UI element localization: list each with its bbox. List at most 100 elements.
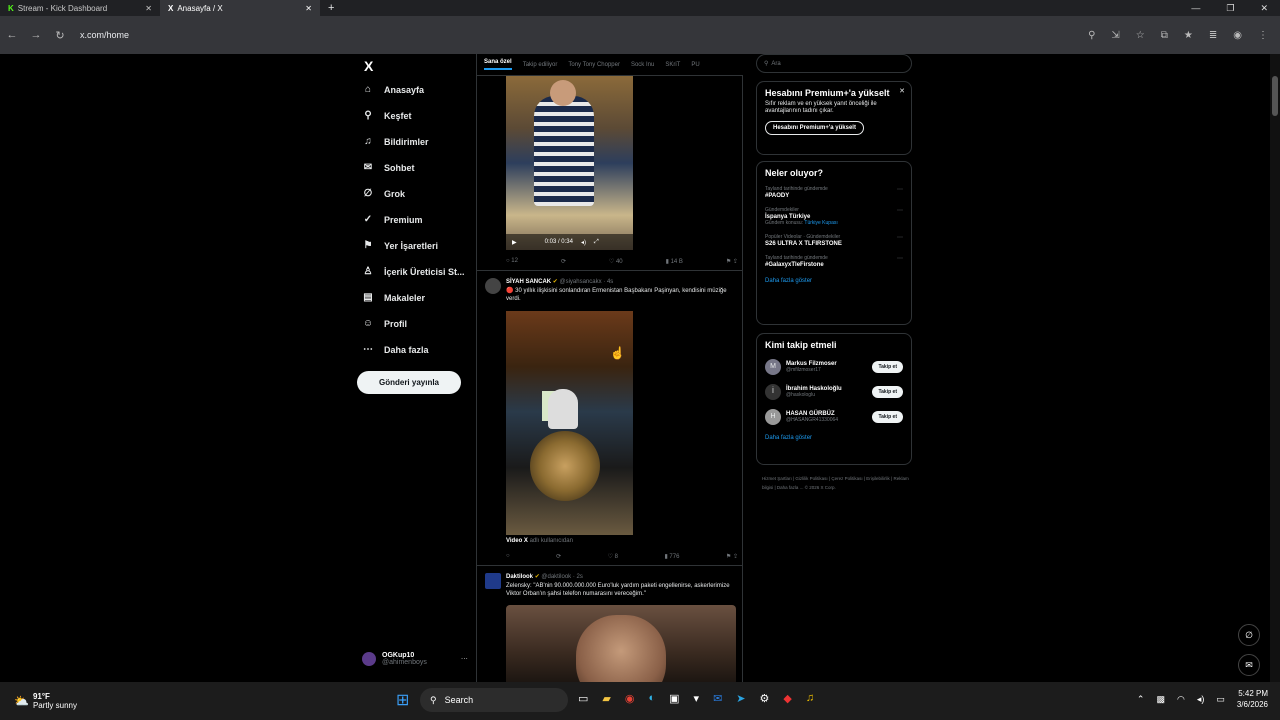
tab-following[interactable]: Takip ediliyor <box>523 62 558 68</box>
ellipsis-icon[interactable]: ⋯ <box>897 255 903 262</box>
favorites-icon[interactable]: ★ <box>1184 30 1193 41</box>
star-icon[interactable]: ☆ <box>1136 30 1145 41</box>
repost-button[interactable]: ⟳ <box>556 553 561 560</box>
post-button[interactable]: Gönderi yayınla <box>357 371 461 394</box>
tab-sock-inu[interactable]: Sock Inu <box>631 62 654 68</box>
repost-button[interactable]: ⟳ <box>561 258 566 265</box>
windows-start-icon[interactable]: ⊞ <box>396 690 409 710</box>
tray-app-icon[interactable]: ▩ <box>1156 694 1165 705</box>
tab-tony-tony-chopper[interactable]: Tony Tony Chopper <box>568 62 620 68</box>
tweet-image[interactable] <box>506 605 736 682</box>
ellipsis-icon[interactable]: ⋯ <box>897 207 903 214</box>
like-button[interactable]: ♡ 8 <box>608 553 618 560</box>
app-yellow-icon[interactable]: ♫ <box>806 692 814 705</box>
browser-tab-x[interactable]: X Anasayfa / X ✕ <box>160 0 320 16</box>
extensions-icon[interactable]: ⧉ <box>1161 30 1168 41</box>
messages-button[interactable]: ✉ <box>1238 654 1260 676</box>
sidebar-item-chat[interactable]: ✉ Sohbet <box>362 162 415 173</box>
like-button[interactable]: ♡ 40 <box>609 258 623 265</box>
edge-icon[interactable]: ◐ <box>648 692 655 705</box>
x-logo[interactable]: X <box>364 58 373 74</box>
settings-icon[interactable]: ⚙ <box>760 692 770 705</box>
tab-skrit[interactable]: SKriT <box>665 62 680 68</box>
show-more-link[interactable]: Daha fazla göster <box>765 435 903 441</box>
close-window-button[interactable]: ✕ <box>1260 3 1268 14</box>
outlook-icon[interactable]: ✉ <box>713 692 722 705</box>
reload-button[interactable]: ↻ <box>48 29 72 42</box>
search-input[interactable]: ⚲ Ara <box>756 54 912 73</box>
bookmark-button[interactable]: ⚑ ⇪ <box>726 553 738 560</box>
ellipsis-icon[interactable]: ⋯ <box>461 655 468 663</box>
menu-icon[interactable]: ⋮ <box>1258 30 1268 41</box>
file-explorer-icon[interactable]: ▰ <box>602 692 610 705</box>
trend-item[interactable]: Gündemdekiler İspanya Türkiye Gündem kon… <box>765 207 903 226</box>
trend-item[interactable]: Tayland tarihinde gündemde #GalaxyxTleFi… <box>765 255 903 268</box>
new-tab-button[interactable]: + <box>320 2 334 14</box>
task-view-icon[interactable]: ▭ <box>578 692 588 705</box>
taskbar-search[interactable]: ⚲ Search <box>420 688 568 712</box>
fullscreen-icon[interactable]: ⤢ <box>594 239 599 246</box>
sidebar-item-bookmarks[interactable]: ⚑ Yer İşaretleri <box>362 240 439 251</box>
tweet-video[interactable] <box>506 311 633 535</box>
maximize-button[interactable]: ❐ <box>1226 3 1234 14</box>
close-icon[interactable]: ✕ <box>145 4 152 13</box>
chevron-up-icon[interactable]: ⌃ <box>1137 694 1145 705</box>
telegram-icon[interactable]: ➤ <box>736 692 745 705</box>
tweet-author[interactable]: Daktilook <box>506 574 533 580</box>
reply-button[interactable]: ○ <box>506 553 510 560</box>
scrollbar[interactable] <box>1270 54 1280 682</box>
views-button[interactable]: ▮ 776 <box>664 553 679 560</box>
sidebar-item-premium[interactable]: ✓ Premium <box>362 214 423 225</box>
tweet-video[interactable]: ▶ 0:03 / 0:34 ◂) ⤢ <box>506 76 633 250</box>
chrome-icon[interactable]: ◉ <box>625 692 635 705</box>
follow-button[interactable]: Takip et <box>872 361 903 373</box>
volume-icon[interactable]: ◂) <box>581 239 586 246</box>
sidebar-item-explore[interactable]: ⚲ Keşfet <box>362 110 411 121</box>
bookmark-button[interactable]: ⚑ ⇪ <box>726 258 738 265</box>
install-icon[interactable]: ⇲ <box>1111 30 1119 41</box>
sidebar-item-notifications[interactable]: ♫ Bildirimler <box>362 136 428 147</box>
tweet-author[interactable]: SİYAH SANCAK <box>506 279 551 285</box>
tweet-handle[interactable]: @siyahsancakx <box>560 279 602 285</box>
sidebar-item-home[interactable]: ⌂ Anasayfa <box>362 84 424 95</box>
ellipsis-icon[interactable]: ⋯ <box>897 186 903 193</box>
show-more-link[interactable]: Daha fazla göster <box>765 278 903 284</box>
profile-icon[interactable]: ◉ <box>1233 30 1242 41</box>
reply-button[interactable]: ○ 12 <box>506 258 518 265</box>
views-button[interactable]: ▮ 14 B <box>666 258 683 265</box>
premium-button[interactable]: Hesabını Premium+'a yükselt <box>765 121 864 135</box>
footer-links[interactable]: Hizmet Şartları | Gizlilik Politikası | … <box>762 474 912 492</box>
trend-item[interactable]: Popüler Videolar · Gündemdekiler S26 ULT… <box>765 234 903 247</box>
follow-suggestion[interactable]: H HASAN GÜRBÜZ @HASANGR41330064 Takip et <box>765 409 903 425</box>
sidebar-item-articles[interactable]: ▤ Makaleler <box>362 292 425 303</box>
avatar[interactable] <box>485 573 501 589</box>
play-icon[interactable]: ▶ <box>512 239 517 246</box>
sidebar-item-profile[interactable]: ☺ Profil <box>362 318 407 329</box>
tab-pu[interactable]: PU <box>691 62 699 68</box>
close-icon[interactable]: ✕ <box>899 87 905 95</box>
app-red-icon[interactable]: ◆ <box>783 692 791 705</box>
grok-button[interactable]: ∅ <box>1238 624 1260 646</box>
follow-suggestion[interactable]: M Markus Filzmoser @mfilzmoser17 Takip e… <box>765 359 903 375</box>
sidebar-item-creator-studio[interactable]: ♙ İçerik Üreticisi St... <box>362 266 465 277</box>
store-icon[interactable]: ▣ <box>669 692 679 705</box>
tweet-handle[interactable]: @daktilook <box>541 574 571 580</box>
sidebar-item-more[interactable]: ⋯ Daha fazla <box>362 344 429 355</box>
wifi-icon[interactable]: ◠ <box>1177 694 1185 705</box>
app-icon[interactable]: ▾ <box>694 692 700 705</box>
follow-suggestion[interactable]: İ İbrahim Haskoloğlu @haskologlu Takip e… <box>765 384 903 400</box>
clock[interactable]: 5:42 PM 3/6/2026 <box>1237 688 1268 710</box>
tab-for-you[interactable]: Sana özel <box>484 59 512 70</box>
ellipsis-icon[interactable]: ⋯ <box>897 234 903 241</box>
account-switcher[interactable]: OGKup10 @ahimenboys ⋯ <box>362 652 468 666</box>
trend-item[interactable]: Tayland tarihinde gündemde #PAODY ⋯ <box>765 186 903 199</box>
weather-widget[interactable]: ⛅ 91°F Partly sunny <box>0 692 120 710</box>
volume-icon[interactable]: ◂) <box>1197 694 1205 705</box>
forward-button[interactable]: → <box>24 29 48 41</box>
url-field[interactable]: x.com/home <box>80 30 129 40</box>
collections-icon[interactable]: ≣ <box>1209 30 1217 41</box>
avatar[interactable] <box>485 278 501 294</box>
browser-tab-kick[interactable]: K Stream - Kick Dashboard ✕ <box>0 0 160 16</box>
close-icon[interactable]: ✕ <box>305 4 312 13</box>
zoom-icon[interactable]: ⚲ <box>1088 30 1095 41</box>
